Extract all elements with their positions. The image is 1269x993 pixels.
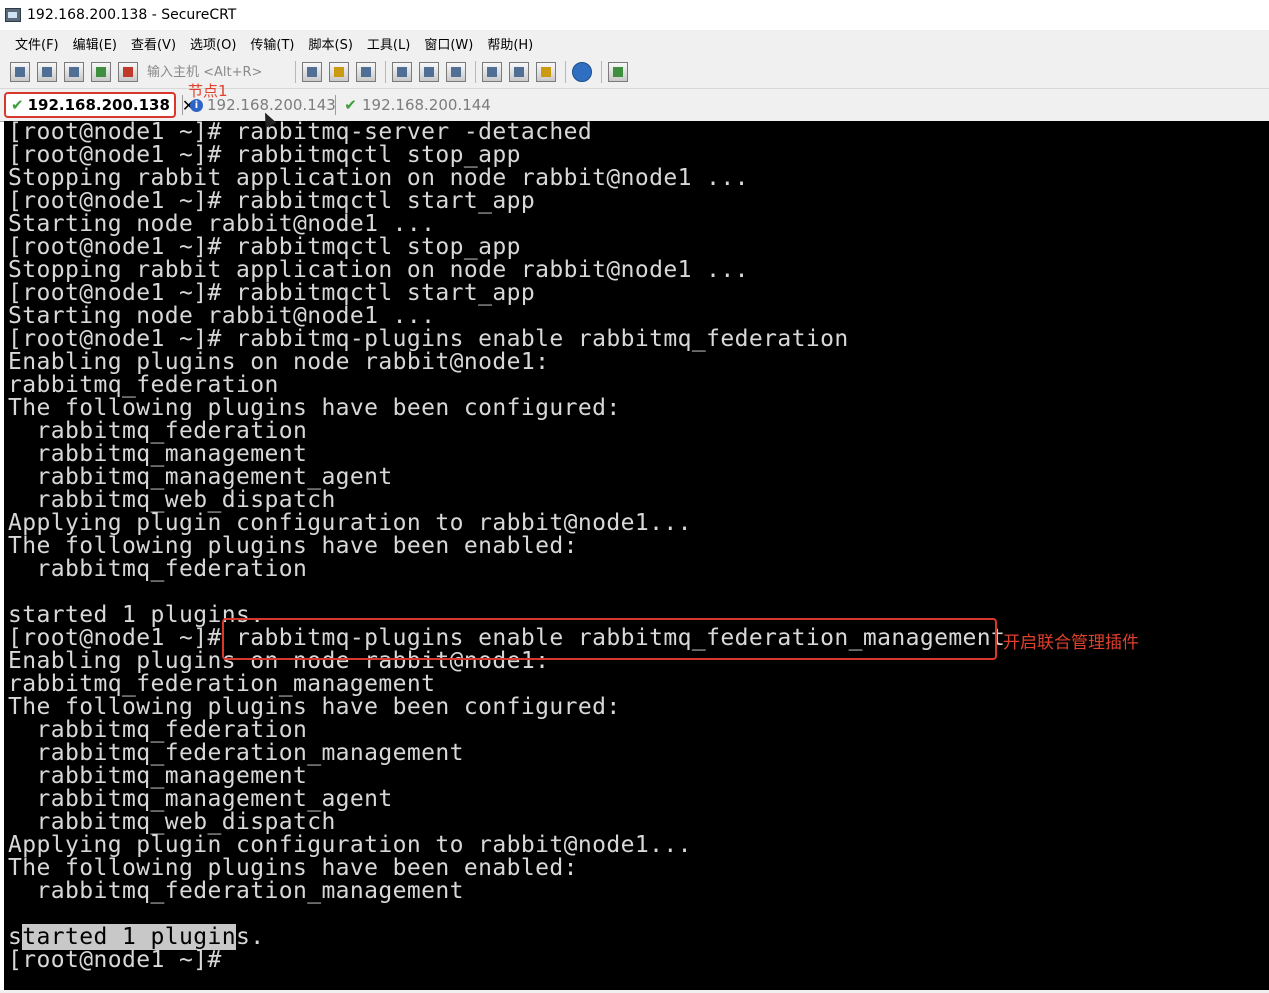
find-icon[interactable] <box>356 62 376 82</box>
terminal-line: Enabling plugins on node rabbit@node1: <box>8 349 550 375</box>
menu-bar: 文件(F) 编辑(E) 查看(V) 选项(O) 传输(T) 脚本(S) 工具(L… <box>0 30 1269 56</box>
print-setup-icon[interactable] <box>392 62 412 82</box>
terminal-output: [root@node1 ~]# rabbitmq-server -detache… <box>8 121 1005 972</box>
terminal-text: s. <box>235 924 265 950</box>
terminal-line: [root@node1 ~]# rabbitmqctl start_app <box>8 280 536 306</box>
tab-192-168-200-138[interactable]: ✔ 192.168.200.138 ✕ <box>4 92 195 118</box>
screen-icon[interactable] <box>608 62 628 82</box>
terminal-line: rabbitmq_federation <box>8 372 279 398</box>
terminal-line: The following plugins have been enabled: <box>8 533 578 559</box>
menu-tools[interactable]: 工具(L) <box>360 34 417 53</box>
menu-view[interactable]: 查看(V) <box>124 34 183 53</box>
toolbar-separator <box>475 61 476 83</box>
terminal-line: [root@node1 ~]# rabbitmq-server -detache… <box>8 121 593 145</box>
window-title: 192.168.200.138 - SecureCRT <box>27 7 237 23</box>
toolbar-separator <box>295 61 296 83</box>
menu-window[interactable]: 窗口(W) <box>417 34 480 53</box>
tab-192-168-200-144[interactable]: ✔ 192.168.200.144 <box>338 92 491 118</box>
tab-separator <box>182 95 183 115</box>
terminal-line: Starting node rabbit@node1 ... <box>8 211 436 237</box>
connect-icon[interactable] <box>10 62 30 82</box>
print-selection-icon[interactable] <box>419 62 439 82</box>
terminal-line: Applying plugin configuration to rabbit@… <box>8 832 692 858</box>
terminal-line: [root@node1 ~]# rabbitmqctl stop_app <box>8 142 521 168</box>
node-annotation: 节点1 <box>188 82 228 100</box>
quick-connect-icon[interactable] <box>37 62 57 82</box>
terminal-line: The following plugins have been configur… <box>8 395 621 421</box>
menu-script[interactable]: 脚本(S) <box>302 34 360 53</box>
terminal-line: Stopping rabbit application on node rabb… <box>8 257 749 283</box>
terminal-line: rabbitmq_federation_management <box>8 671 436 697</box>
terminal-line: rabbitmq_management <box>8 763 308 789</box>
securecrt-app-icon <box>5 8 21 22</box>
terminal-line: [root@node1 ~]# rabbitmq-plugins enable … <box>8 326 849 352</box>
plugin-annotation: 开启联合管理插件 <box>1003 633 1139 653</box>
terminal-screen[interactable]: [root@node1 ~]# rabbitmq-server -detache… <box>4 121 1269 990</box>
tab-separator <box>335 95 336 115</box>
paste-icon[interactable] <box>329 62 349 82</box>
menu-help[interactable]: 帮助(H) <box>480 34 540 53</box>
toolbar-separator <box>601 61 602 83</box>
terminal-line: Starting node rabbit@node1 ... <box>8 303 436 329</box>
terminal-line: rabbitmq_management_agent <box>8 464 393 490</box>
menu-options[interactable]: 选项(O) <box>183 34 243 53</box>
terminal-line: rabbitmq_federation_management <box>8 740 464 766</box>
check-icon: ✔ <box>11 95 24 114</box>
terminal-line: The following plugins have been configur… <box>8 694 621 720</box>
toolbar-separator <box>385 61 386 83</box>
check-icon: ✔ <box>344 95 357 114</box>
command-highlight-box <box>222 618 997 660</box>
key-icon[interactable] <box>536 62 556 82</box>
terminal-line: rabbitmq_management_agent <box>8 786 393 812</box>
menu-file[interactable]: 文件(F) <box>8 34 66 53</box>
terminal-line: started 1 plugins. <box>8 924 1005 950</box>
print-icon[interactable] <box>446 62 466 82</box>
global-options-icon[interactable] <box>509 62 529 82</box>
tab-label: 192.168.200.144 <box>362 96 491 114</box>
terminal-line: Stopping rabbit application on node rabb… <box>8 165 749 191</box>
terminal-prompt: [root@node1 ~]# <box>8 947 222 973</box>
terminal-line: rabbitmq_management <box>8 441 308 467</box>
terminal-line: rabbitmq_web_dispatch <box>8 487 336 513</box>
terminal-line: [root@node1 ~]# rabbitmqctl stop_app <box>8 234 521 260</box>
terminal-line: rabbitmq_web_dispatch <box>8 809 336 835</box>
terminal-line: rabbitmq_federation <box>8 556 308 582</box>
session-options-icon[interactable] <box>482 62 502 82</box>
terminal-line: Applying plugin configuration to rabbit@… <box>8 510 692 536</box>
toolbar-separator <box>565 61 566 83</box>
terminal-line: rabbitmq_federation <box>8 717 308 743</box>
help-icon[interactable] <box>572 62 592 82</box>
tab-label: 192.168.200.138 <box>27 96 170 114</box>
title-bar: 192.168.200.138 - SecureCRT <box>0 0 1269 30</box>
terminal-line: rabbitmq_federation <box>8 418 308 444</box>
menu-transfer[interactable]: 传输(T) <box>243 34 301 53</box>
disconnect-icon[interactable] <box>118 62 138 82</box>
menu-edit[interactable]: 编辑(E) <box>66 34 124 53</box>
terminal-line: The following plugins have been enabled: <box>8 855 578 881</box>
reconnect-icon[interactable] <box>91 62 111 82</box>
connect-in-tab-icon[interactable] <box>64 62 84 82</box>
terminal-line: [root@node1 ~]# rabbitmqctl start_app <box>8 188 536 214</box>
terminal-line: rabbitmq_federation_management <box>8 878 464 904</box>
copy-icon[interactable] <box>302 62 322 82</box>
